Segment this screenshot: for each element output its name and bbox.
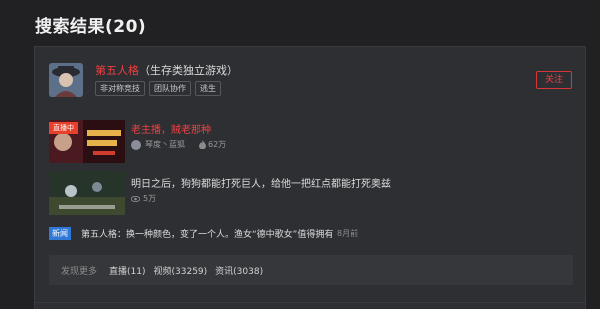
discover-link-live[interactable]: 直播(11)	[109, 264, 145, 277]
news-time: 8月前	[337, 229, 359, 238]
news-title[interactable]: 第五人格：换一种颜色，变了一个人。渔女“德中歌女”值得拥有	[81, 227, 333, 240]
live-thumbnail[interactable]: 直播中	[49, 120, 125, 163]
follow-button[interactable]: 关注	[536, 71, 572, 89]
video-views-count: 5万	[143, 194, 157, 203]
game-tag[interactable]: 非对称竞技	[95, 81, 145, 96]
video-views: 5万	[131, 193, 156, 204]
game-tags: 非对称竞技 团队协作 逃生	[95, 81, 221, 96]
game-tag[interactable]: 团队协作	[149, 81, 191, 96]
game-name[interactable]: 第五人格	[95, 64, 139, 77]
divider	[35, 302, 585, 303]
game-subtitle: （生存类独立游戏）	[139, 64, 238, 77]
eye-icon	[131, 195, 140, 202]
news-badge: 新闻	[49, 227, 71, 240]
game-avatar[interactable]	[49, 63, 83, 97]
page-title: 搜索结果(20)	[35, 17, 147, 37]
discover-more-label: 发现更多	[61, 266, 98, 277]
live-title[interactable]: 老主播，贼老那种	[131, 121, 211, 136]
video-thumbnail[interactable]	[49, 171, 125, 215]
streamer-info: 琴度丶蓝狐 62万	[131, 139, 226, 150]
discover-more-bar: 发现更多 直播(11) 视频(33259) 资讯(3038)	[49, 255, 573, 285]
streamer-avatar[interactable]	[131, 139, 141, 150]
live-views-count: 62万	[208, 140, 227, 149]
streamer-name[interactable]: 琴度丶蓝狐	[145, 139, 185, 150]
live-views: 62万	[199, 139, 226, 150]
video-thumbnail-image	[49, 171, 125, 215]
flame-icon	[199, 140, 206, 149]
search-result-card: 第五人格（生存类独立游戏） 非对称竞技 团队协作 逃生 关注 直播中 老主播，贼…	[34, 46, 586, 309]
game-tag[interactable]: 逃生	[195, 81, 221, 96]
video-title[interactable]: 明日之后，狗狗都能打死巨人，给他一把红点都能打死奥兹	[131, 175, 391, 190]
discover-link-news[interactable]: 资讯(3038)	[215, 264, 263, 277]
live-badge: 直播中	[49, 122, 78, 134]
game-title[interactable]: 第五人格（生存类独立游戏）	[95, 62, 238, 78]
discover-link-video[interactable]: 视频(33259)	[154, 264, 208, 277]
